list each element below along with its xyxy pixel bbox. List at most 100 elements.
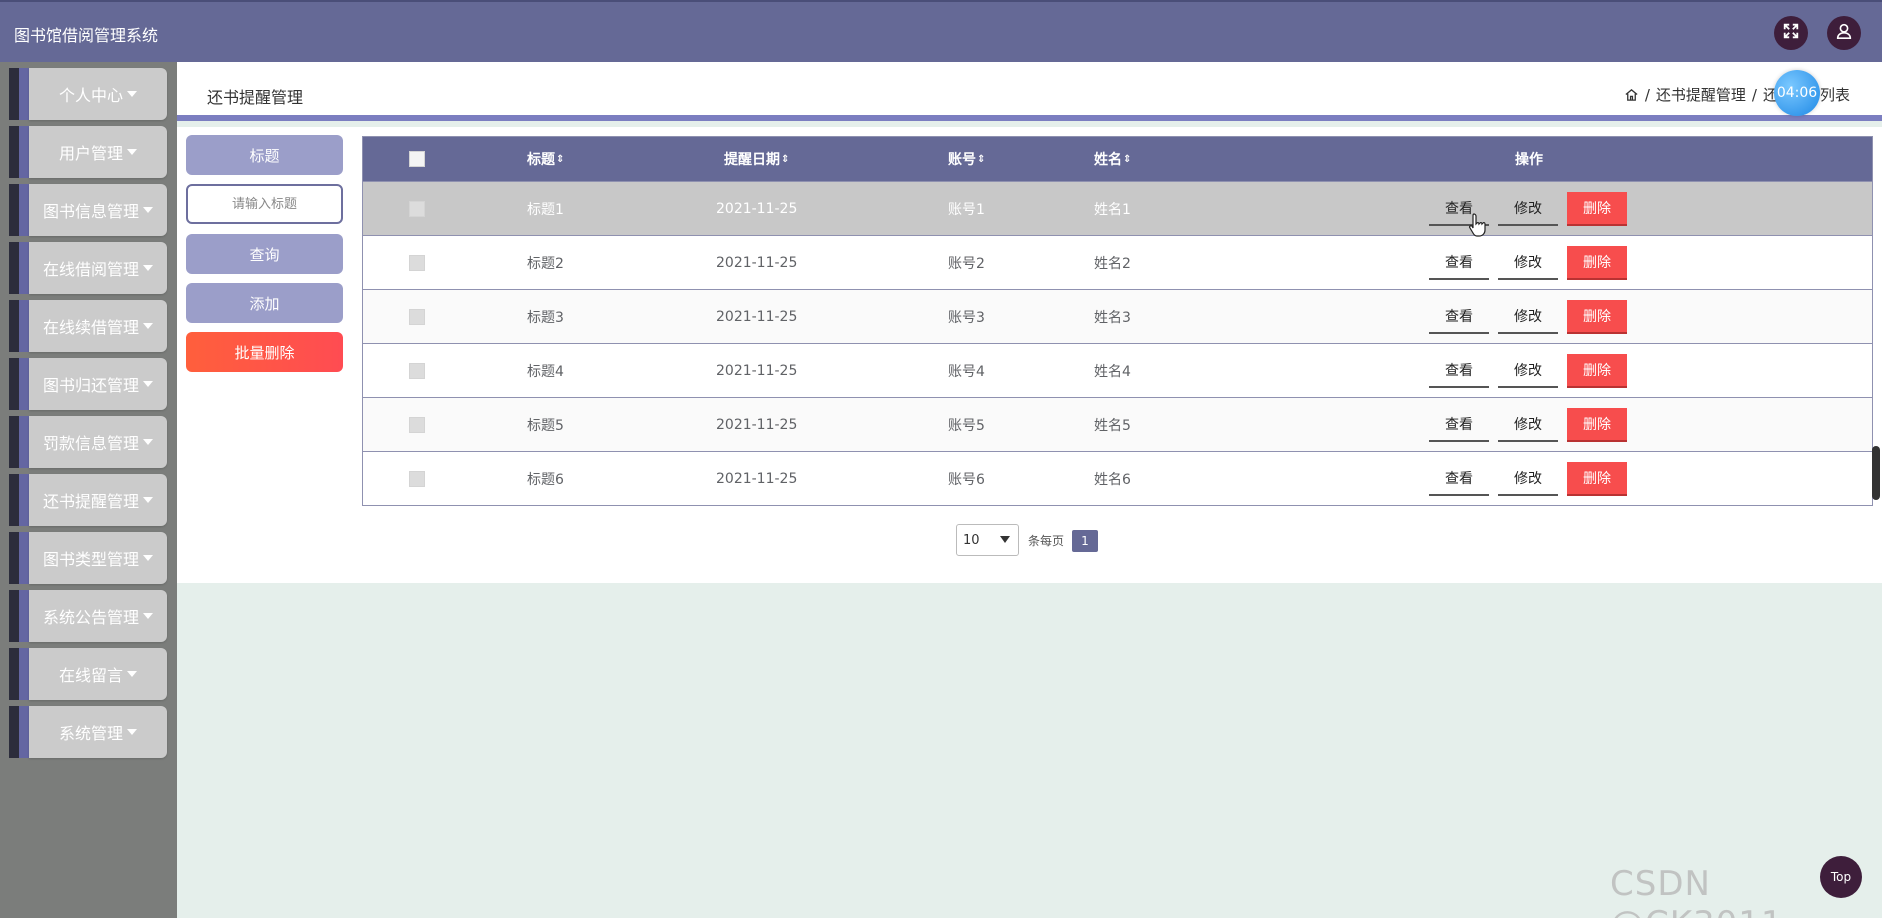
cell-title: 标题2 <box>527 255 564 272</box>
edit-button[interactable]: 修改 <box>1498 300 1558 334</box>
view-button[interactable]: 查看 <box>1429 300 1489 334</box>
caret-down-icon <box>143 613 153 619</box>
per-page-label: 条每页 <box>1028 534 1065 548</box>
cell-account: 账号2 <box>948 255 985 272</box>
hand-cursor-icon <box>1469 213 1486 237</box>
cell-name: 姓名1 <box>1094 201 1131 218</box>
row-checkbox[interactable] <box>409 200 425 217</box>
column-header-title[interactable]: 标题 ⇕ <box>527 137 564 181</box>
sidebar-item[interactable]: 图书信息管理 <box>9 184 167 236</box>
column-header-date[interactable]: 提醒日期 ⇕ <box>724 137 789 181</box>
caret-down-icon <box>143 381 153 387</box>
sidebar-item-label: 图书归还管理 <box>42 376 139 395</box>
view-button[interactable]: 查看 <box>1429 408 1489 442</box>
delete-button[interactable]: 删除 <box>1567 246 1627 280</box>
delete-button[interactable]: 删除 <box>1567 408 1627 442</box>
sidebar-item-label: 在线借阅管理 <box>42 260 139 279</box>
cell-title: 标题5 <box>527 417 564 434</box>
row-checkbox[interactable] <box>409 470 425 487</box>
edit-button[interactable]: 修改 <box>1498 408 1558 442</box>
column-header-account[interactable]: 账号 ⇕ <box>948 137 985 181</box>
edit-button[interactable]: 修改 <box>1498 462 1558 496</box>
caret-down-icon <box>143 207 153 213</box>
caret-down-icon <box>127 149 137 155</box>
sidebar-item-label: 系统公告管理 <box>42 608 139 627</box>
cell-name: 姓名4 <box>1094 363 1131 380</box>
sidebar-item-label: 罚款信息管理 <box>42 434 139 453</box>
sort-icon: ⇕ <box>977 153 986 165</box>
batch-delete-button[interactable]: 批量删除 <box>186 332 343 372</box>
sidebar-item[interactable]: 罚款信息管理 <box>9 416 167 468</box>
page-size-select[interactable]: 10 <box>956 524 1019 556</box>
home-icon[interactable] <box>1624 86 1639 104</box>
sidebar-item-label: 在线续借管理 <box>42 318 139 337</box>
sidebar-item[interactable]: 图书类型管理 <box>9 532 167 584</box>
watermark: CSDN @CK3011 <box>1610 864 1783 918</box>
select-all-checkbox[interactable] <box>409 151 425 167</box>
sidebar-item[interactable]: 系统公告管理 <box>9 590 167 642</box>
add-button[interactable]: 添加 <box>186 283 343 323</box>
delete-button[interactable]: 删除 <box>1567 354 1627 388</box>
sidebar-item-label: 系统管理 <box>58 724 123 743</box>
caret-down-icon <box>143 555 153 561</box>
delete-button[interactable]: 删除 <box>1567 192 1627 226</box>
scrollbar[interactable] <box>1872 446 1880 500</box>
edit-button[interactable]: 修改 <box>1498 354 1558 388</box>
sidebar-item[interactable]: 还书提醒管理 <box>9 474 167 526</box>
table-row[interactable]: 标题6 2021-11-25 账号6 姓名6 查看 修改 删除 <box>363 451 1872 505</box>
cell-title: 标题4 <box>527 363 564 380</box>
table-body: 标题1 2021-11-25 账号1 姓名1 查看 修改 删除标题2 2021-11-25 账号… <box>363 181 1872 505</box>
sidebar-item[interactable]: 在线借阅管理 <box>9 242 167 294</box>
breadcrumb-item[interactable]: 还书提醒管理 <box>1656 84 1746 105</box>
table-row[interactable]: 标题3 2021-11-25 账号3 姓名3 查看 修改 删除 <box>363 289 1872 343</box>
view-button[interactable]: 查看 <box>1429 462 1489 496</box>
cell-name: 姓名5 <box>1094 417 1131 434</box>
row-checkbox[interactable] <box>409 308 425 325</box>
caret-down-icon <box>127 671 137 677</box>
view-button[interactable]: 查看 <box>1429 354 1489 388</box>
caret-down-icon <box>143 439 153 445</box>
column-header-name[interactable]: 姓名 ⇕ <box>1094 137 1131 181</box>
cell-date: 2021-11-25 <box>716 470 798 487</box>
app-title: 图书馆借阅管理系统 <box>14 26 159 45</box>
sidebar-item[interactable]: 用户管理 <box>9 126 167 178</box>
sort-icon: ⇕ <box>1123 153 1132 165</box>
sidebar-item[interactable]: 在线留言 <box>9 648 167 700</box>
table-row[interactable]: 标题4 2021-11-25 账号4 姓名4 查看 修改 删除 <box>363 343 1872 397</box>
table-row[interactable]: 标题5 2021-11-25 账号5 姓名5 查看 修改 删除 <box>363 397 1872 451</box>
delete-button[interactable]: 删除 <box>1567 462 1627 496</box>
top-header: 图书馆借阅管理系统 <box>0 0 1882 62</box>
fullscreen-button[interactable] <box>1774 16 1808 50</box>
delete-button[interactable]: 删除 <box>1567 300 1627 334</box>
sidebar-item[interactable]: 在线续借管理 <box>9 300 167 352</box>
user-menu-button[interactable] <box>1827 16 1861 50</box>
column-header-actions: 操作 <box>1515 152 1543 168</box>
query-button[interactable]: 查询 <box>186 234 343 274</box>
edit-button[interactable]: 修改 <box>1498 192 1558 226</box>
sidebar-item-label: 用户管理 <box>58 144 123 163</box>
sidebar-item-label: 个人中心 <box>58 86 123 105</box>
table-row[interactable]: 标题2 2021-11-25 账号2 姓名2 查看 修改 删除 <box>363 235 1872 289</box>
table-row[interactable]: 标题1 2021-11-25 账号1 姓名1 查看 修改 删除 <box>363 181 1872 235</box>
cell-name: 姓名2 <box>1094 255 1131 272</box>
row-checkbox[interactable] <box>409 416 425 433</box>
sidebar-item[interactable]: 图书归还管理 <box>9 358 167 410</box>
user-icon <box>1835 22 1853 44</box>
row-checkbox[interactable] <box>409 362 425 379</box>
sort-icon: ⇕ <box>781 153 790 165</box>
edit-button[interactable]: 修改 <box>1498 246 1558 280</box>
title-filter-label: 标题 <box>186 135 343 175</box>
cell-date: 2021-11-25 <box>716 308 798 325</box>
view-button[interactable]: 查看 <box>1429 246 1489 280</box>
row-checkbox[interactable] <box>409 254 425 271</box>
sidebar-item[interactable]: 系统管理 <box>9 706 167 758</box>
cell-name: 姓名3 <box>1094 309 1131 326</box>
cell-date: 2021-11-25 <box>716 416 798 433</box>
reminder-table: 标题 ⇕ 提醒日期 ⇕ 账号 ⇕ 姓名 ⇕ 操作 标题1 2021-11-25 账号1 姓名1… <box>362 136 1873 506</box>
cell-title: 标题1 <box>527 201 564 218</box>
sidebar-item[interactable]: 个人中心 <box>9 68 167 120</box>
sort-icon: ⇕ <box>556 153 565 165</box>
title-search-input[interactable] <box>186 184 343 224</box>
expand-icon <box>1782 22 1800 44</box>
page-button[interactable]: 1 <box>1072 530 1098 552</box>
